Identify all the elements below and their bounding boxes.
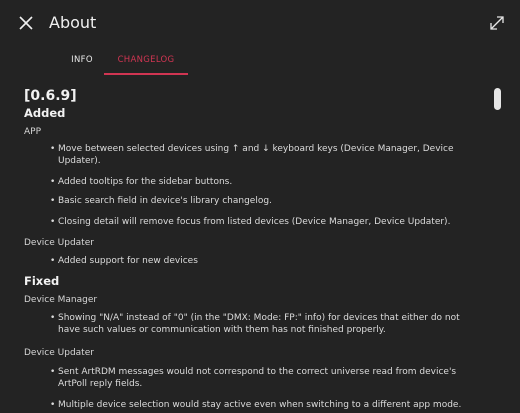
fixed-heading: Fixed [24,274,60,288]
group-label: APP [24,127,42,137]
list-item: Showing "N/A" instead of "0" (in the "DM… [50,312,470,336]
list-item: Added support for new devices [50,255,470,267]
list-item: Basic search field in device's library c… [50,195,470,207]
added-heading: Added [24,106,66,120]
about-dialog: About INFO CHANGELOG [0.6.9] Added APP M… [0,0,520,413]
active-tab-indicator [104,73,188,75]
expand-icon[interactable] [488,14,506,32]
list-item: Added tooltips for the sidebar buttons. [50,176,470,188]
list-item: Multiple device selection would stay act… [50,399,470,411]
list-item: Move between selected devices using ↑ an… [50,143,470,167]
tab-changelog[interactable]: CHANGELOG [104,48,188,72]
version-heading: [0.6.9] [24,88,77,104]
tab-bar: INFO CHANGELOG [0,48,520,76]
tab-info[interactable]: INFO [54,48,110,72]
group-label: Device Manager [24,295,98,305]
title-bar: About [0,0,520,46]
group-label: Device Updater [24,348,94,358]
scrollbar-thumb[interactable] [494,88,501,110]
dialog-title: About [49,13,97,32]
close-icon[interactable] [18,15,34,31]
group-label: Device Updater [24,238,94,248]
list-item: Closing detail will remove focus from li… [50,216,470,228]
changelog-content: [0.6.9] Added APP Move between selected … [0,84,494,413]
list-item: Sent ArtRDM messages would not correspon… [50,366,470,390]
